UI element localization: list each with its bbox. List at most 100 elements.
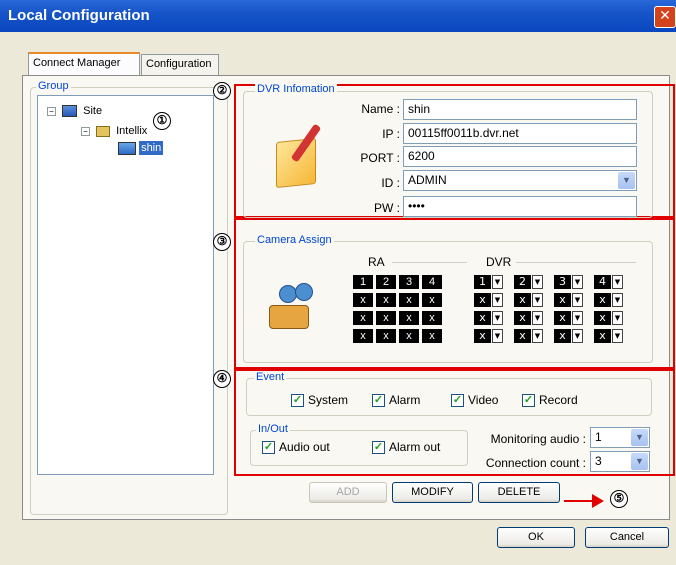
video-checkbox[interactable]: ✓ Video xyxy=(451,393,498,408)
connection-count-select[interactable]: 3 ▼ xyxy=(590,451,650,472)
modify-button[interactable]: MODIFY xyxy=(392,482,473,503)
chevron-down-icon[interactable]: ▼ xyxy=(631,429,648,446)
dvr-header-cell[interactable]: 1 ▼ xyxy=(474,275,503,289)
ra-cell[interactable]: x xyxy=(399,311,419,325)
ra-cell[interactable]: x xyxy=(422,329,442,343)
dvr-cell[interactable]: x ▼ xyxy=(514,311,543,325)
dvr-cell-value: x xyxy=(554,293,571,307)
monitoring-audio-select[interactable]: 1 ▼ xyxy=(590,427,650,448)
chevron-down-icon[interactable]: ▼ xyxy=(572,311,583,325)
chevron-down-icon[interactable]: ▼ xyxy=(572,275,583,289)
ra-cell[interactable]: x xyxy=(353,293,373,307)
ra-header-cell[interactable]: 2 xyxy=(376,275,396,289)
dvr-cell[interactable]: x ▼ xyxy=(554,329,583,343)
chevron-down-icon[interactable]: ▼ xyxy=(532,293,543,307)
dvr-cell[interactable]: x ▼ xyxy=(554,293,583,307)
ra-header-cell[interactable]: 4 xyxy=(422,275,442,289)
port-label: PORT : xyxy=(360,151,400,165)
folder-icon xyxy=(96,125,111,137)
tree-item-intellix[interactable]: − Intellix xyxy=(81,125,147,137)
id-value: ADMIN xyxy=(408,173,447,187)
chevron-down-icon[interactable]: ▼ xyxy=(492,275,503,289)
dvr-header-cell[interactable]: 3 ▼ xyxy=(554,275,583,289)
collapse-icon[interactable]: − xyxy=(47,106,56,116)
dvr-cell[interactable]: x ▼ xyxy=(554,311,583,325)
dvr-cell-value: x xyxy=(474,293,491,307)
chevron-down-icon[interactable]: ▼ xyxy=(532,311,543,325)
window-title: Local Configuration xyxy=(8,7,150,24)
alarm-out-checkbox[interactable]: ✓ Alarm out xyxy=(372,440,440,455)
tab-configuration[interactable]: Configuration xyxy=(141,54,219,76)
chevron-down-icon[interactable]: ▼ xyxy=(618,172,635,189)
dvr-cell-value: x xyxy=(474,329,491,343)
annotation-4: ④ xyxy=(213,370,231,388)
dvr-cell[interactable]: x ▼ xyxy=(594,293,623,307)
ra-cell[interactable]: x xyxy=(353,311,373,325)
record-checkbox[interactable]: ✓ Record xyxy=(522,393,578,408)
audio-out-label: Audio out xyxy=(279,440,330,454)
alarm-checkbox-label: Alarm xyxy=(389,393,421,407)
dvr-cell[interactable]: x ▼ xyxy=(514,329,543,343)
chevron-down-icon[interactable]: ▼ xyxy=(572,329,583,343)
tree-item-shin[interactable]: shin xyxy=(118,141,164,156)
chevron-down-icon[interactable]: ▼ xyxy=(492,293,503,307)
tab-connect-manager[interactable]: Connect Manager xyxy=(28,52,140,76)
chevron-down-icon[interactable]: ▼ xyxy=(612,275,623,289)
chevron-down-icon[interactable]: ▼ xyxy=(532,275,543,289)
chevron-down-icon[interactable]: ▼ xyxy=(612,293,623,307)
ra-cell[interactable]: x xyxy=(399,293,419,307)
checkmark-icon: ✓ xyxy=(291,394,304,408)
ra-divider xyxy=(392,262,467,263)
tree-label-shin: shin xyxy=(139,141,164,156)
ra-cell[interactable]: x xyxy=(422,311,442,325)
ra-header-cell[interactable]: 1 xyxy=(353,275,373,289)
chevron-down-icon[interactable]: ▼ xyxy=(492,311,503,325)
chevron-down-icon[interactable]: ▼ xyxy=(631,453,648,470)
dvr-header-cell[interactable]: 4 ▼ xyxy=(594,275,623,289)
ok-button[interactable]: OK xyxy=(497,527,575,548)
ra-cell[interactable]: x xyxy=(422,293,442,307)
system-checkbox[interactable]: ✓ System xyxy=(291,393,348,408)
checkmark-icon: ✓ xyxy=(372,394,385,408)
chevron-down-icon[interactable]: ▼ xyxy=(492,329,503,343)
close-icon[interactable]: ✕ xyxy=(654,6,676,28)
dvr-cell[interactable]: x ▼ xyxy=(514,293,543,307)
checkmark-icon: ✓ xyxy=(262,441,275,455)
ra-cell[interactable]: x xyxy=(376,329,396,343)
id-select[interactable]: ADMIN ▼ xyxy=(403,170,637,191)
checkmark-icon: ✓ xyxy=(451,394,464,408)
cancel-button[interactable]: Cancel xyxy=(585,527,669,548)
ra-cell[interactable]: x xyxy=(376,293,396,307)
dvr-cell[interactable]: x ▼ xyxy=(474,311,503,325)
ra-header-cell[interactable]: 3 xyxy=(399,275,419,289)
port-field[interactable]: 6200 xyxy=(403,146,637,167)
group-tree[interactable]: − Site − Intellix shin xyxy=(37,95,214,475)
add-button[interactable]: ADD xyxy=(309,482,387,503)
audio-out-checkbox[interactable]: ✓ Audio out xyxy=(262,440,330,455)
chevron-down-icon[interactable]: ▼ xyxy=(572,293,583,307)
tree-item-site[interactable]: − Site xyxy=(47,105,102,118)
dvr-cell[interactable]: x ▼ xyxy=(594,329,623,343)
dvr-label: DVR xyxy=(486,255,512,269)
ip-field[interactable]: 00115ff0011b.dvr.net xyxy=(403,123,637,144)
ra-cell[interactable]: x xyxy=(376,311,396,325)
dvr-cell[interactable]: x ▼ xyxy=(594,311,623,325)
delete-button[interactable]: DELETE xyxy=(478,482,560,503)
password-field[interactable]: •••• xyxy=(403,196,637,217)
dvr-cell-value: x xyxy=(554,311,571,325)
group-label: Group xyxy=(36,80,71,92)
chevron-down-icon[interactable]: ▼ xyxy=(532,329,543,343)
alarm-checkbox[interactable]: ✓ Alarm xyxy=(372,393,421,408)
chevron-down-icon[interactable]: ▼ xyxy=(612,329,623,343)
ra-cell[interactable]: x xyxy=(353,329,373,343)
chevron-down-icon[interactable]: ▼ xyxy=(612,311,623,325)
dvr-cell[interactable]: x ▼ xyxy=(474,329,503,343)
dvr-cell[interactable]: x ▼ xyxy=(474,293,503,307)
dvr-channel-number: 1 xyxy=(474,275,491,289)
ra-cell[interactable]: x xyxy=(399,329,419,343)
dvr-info-label: DVR Infomation xyxy=(255,83,337,95)
arrow-head-icon xyxy=(592,494,604,508)
name-field[interactable]: shin xyxy=(403,99,637,120)
collapse-icon[interactable]: − xyxy=(81,126,90,136)
dvr-header-cell[interactable]: 2 ▼ xyxy=(514,275,543,289)
